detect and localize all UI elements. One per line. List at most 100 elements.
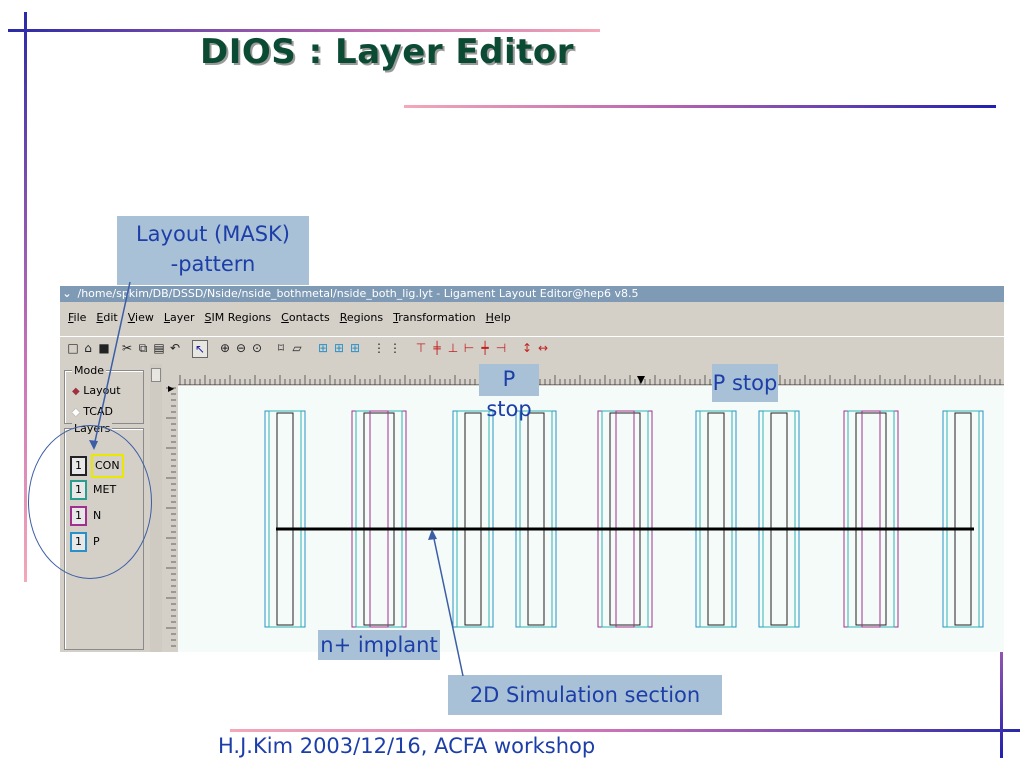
toolbar: □ ⌂ ■ ✂ ⧉ ▤ ↶ ↖ ⊕ ⊖ ⊙ ⌑ ▱ ⊞ ⊞ ⊞ ⋮ ⋮ ⊤ ╪ ⊥ ⊢ ┿ ⊣ ↕ ↔ (60, 336, 1004, 361)
n-implant-inner (615, 410, 635, 628)
top-ruler (178, 370, 1004, 385)
align-middle-icon[interactable]: ╪ (430, 340, 444, 356)
implant-strip (264, 410, 306, 628)
contact-strip (954, 412, 972, 626)
new-file-icon[interactable]: □ (66, 340, 80, 356)
ruler-position-marker (637, 376, 645, 384)
flip-vertical-icon[interactable]: ↕ (520, 340, 534, 356)
align-bottom-icon[interactable]: ⊥ (446, 340, 460, 356)
metal-strip (601, 410, 649, 628)
implant-strip (351, 410, 407, 628)
grid-1-icon[interactable]: ⊞ (316, 340, 330, 356)
layout-drawing (264, 410, 984, 628)
ruler-ticks (179, 375, 1001, 385)
window-title-bar[interactable]: ⌄ /home/spkim/DB/DSSD/Nside/nside_bothme… (60, 286, 1004, 302)
bottom-decor-line (230, 729, 1020, 732)
menu-mnemonic: S (204, 311, 212, 324)
callout-layout-mask: Layout (MASK) -pattern (117, 216, 309, 285)
menu-label: IM Regions (211, 311, 272, 324)
ruler-ticks (166, 387, 176, 647)
menu-item-regions[interactable]: Regions (340, 311, 383, 324)
save-icon[interactable]: ■ (97, 340, 111, 356)
metal-strip (268, 410, 302, 628)
menu-label: dit (103, 311, 118, 324)
chevron-down-icon[interactable]: ⌄ (60, 286, 74, 302)
menu-item-help[interactable]: Help (486, 311, 511, 324)
implant-strip (758, 410, 800, 628)
select-arrow-icon[interactable]: ↖ (192, 340, 208, 358)
menu-label: iew (135, 311, 154, 324)
implant-strip (452, 410, 494, 628)
zoom-out-icon[interactable]: ⊖ (234, 340, 248, 356)
align-1-icon[interactable]: ⋮ (372, 340, 386, 356)
radio-selected-icon: ◆ (72, 386, 80, 397)
polygon-tool-icon[interactable]: ▱ (290, 340, 304, 356)
mode-option-label: Layout (83, 384, 121, 397)
metal-strip (519, 410, 553, 628)
align-2-icon[interactable]: ⋮ (388, 340, 402, 356)
implant-strip (843, 410, 899, 628)
callout-sim-section: 2D Simulation section (448, 675, 722, 715)
metal-strip (762, 410, 796, 628)
metal-strip (946, 410, 980, 628)
layout-canvas[interactable] (178, 386, 1004, 652)
callout-n-implant: n+ implant (318, 630, 440, 660)
implant-strip (597, 410, 653, 628)
slide-title: DIOS : Layer Editor (200, 32, 575, 72)
contact-strip (363, 412, 395, 626)
menu-label: ile (73, 311, 87, 324)
menu-item-contacts[interactable]: Contacts (281, 311, 330, 324)
contact-strip (707, 412, 725, 626)
menu-mnemonic: C (281, 311, 289, 324)
menu-item-file[interactable]: File (68, 311, 86, 324)
rectangle-tool-icon[interactable]: ⌑ (274, 340, 288, 356)
copy-icon[interactable]: ⧉ (136, 340, 150, 356)
menu-item-view[interactable]: View (128, 311, 154, 324)
metal-strip (355, 410, 403, 628)
callout-p-stop-2: P stop (712, 364, 778, 402)
align-center-icon[interactable]: ┿ (478, 340, 492, 356)
contact-strip (527, 412, 545, 626)
slide-footer: H.J.Kim 2003/12/16, ACFA workshop (218, 734, 596, 758)
flip-horizontal-icon[interactable]: ↔ (536, 340, 550, 356)
zoom-fit-icon[interactable]: ⊙ (250, 340, 264, 356)
zoom-in-icon[interactable]: ⊕ (218, 340, 232, 356)
menu-item-transformation[interactable]: Transformation (393, 311, 476, 324)
open-folder-icon[interactable]: ⌂ (81, 340, 95, 356)
mode-legend: Mode (72, 364, 106, 377)
title-underline (404, 105, 996, 108)
align-top-icon[interactable]: ⊤ (414, 340, 428, 356)
mode-option-label: TCAD (83, 405, 113, 418)
cut-icon[interactable]: ✂ (120, 340, 134, 356)
menu-mnemonic: V (127, 311, 136, 324)
menu-label: ontacts (288, 311, 330, 324)
menu-mnemonic: H (485, 311, 494, 324)
grid-3-icon[interactable]: ⊞ (348, 340, 362, 356)
radio-unselected-icon: ◆ (72, 407, 80, 418)
window-title: /home/spkim/DB/DSSD/Nside/nside_bothmeta… (77, 287, 639, 300)
implant-strip (695, 410, 737, 628)
layers-highlight-ellipse (28, 425, 152, 579)
menu-bar: File Edit View Layer SIM Regions Contacts Regi… (60, 308, 1004, 328)
contact-strip (464, 412, 482, 626)
mode-option-tcad[interactable]: ◆ TCAD (72, 405, 113, 418)
undo-icon[interactable]: ↶ (168, 340, 182, 356)
align-left-icon[interactable]: ⊢ (462, 340, 476, 356)
menu-item-layer[interactable]: Layer (164, 311, 195, 324)
align-right-icon[interactable]: ⊣ (494, 340, 508, 356)
left-ruler (164, 386, 176, 652)
mode-option-layout[interactable]: ◆ Layout (72, 384, 121, 397)
scrollbar-thumb[interactable] (151, 368, 161, 382)
metal-strip (699, 410, 733, 628)
contact-strip (855, 412, 887, 626)
paste-icon[interactable]: ▤ (152, 340, 166, 356)
menu-mnemonic: R (339, 311, 347, 324)
metal-strip (456, 410, 490, 628)
menu-label: elp (493, 311, 511, 324)
grid-2-icon[interactable]: ⊞ (332, 340, 346, 356)
callout-p-stop-1: P stop (479, 364, 539, 421)
layout-editor-window: ⌄ /home/spkim/DB/DSSD/Nside/nside_bothme… (60, 286, 1004, 652)
menu-item-sim-regions[interactable]: SIM Regions (205, 311, 272, 324)
menu-item-edit[interactable]: Edit (96, 311, 117, 324)
ruler-play-marker-icon: ▶ (168, 384, 175, 393)
